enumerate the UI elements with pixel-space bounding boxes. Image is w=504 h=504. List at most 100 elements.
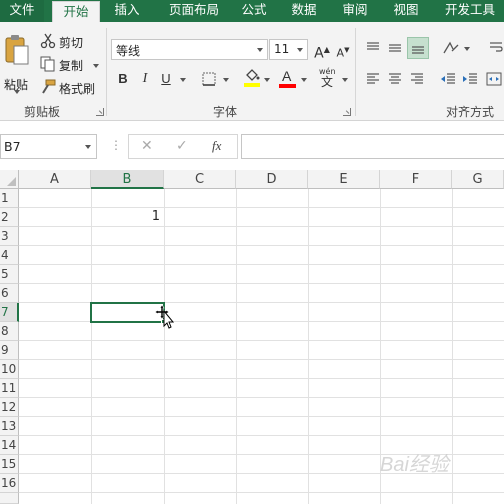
- copy-button[interactable]: 复制: [40, 55, 102, 73]
- column-header-a[interactable]: A: [19, 170, 91, 189]
- column-header-g[interactable]: G: [452, 170, 504, 189]
- font-color-letter: A: [282, 68, 292, 84]
- column-header-d[interactable]: D: [236, 170, 308, 189]
- cell-b2[interactable]: 1: [92, 209, 160, 227]
- row-header-16[interactable]: 16: [0, 474, 19, 493]
- select-all-button[interactable]: [0, 170, 19, 189]
- wrap-text-button[interactable]: [486, 38, 504, 58]
- gridline: [19, 435, 504, 436]
- column-header-e[interactable]: E: [308, 170, 380, 189]
- tab-page-layout[interactable]: 页面布局: [158, 0, 230, 22]
- formula-bar: B7 ⋮ ✕ ✓ fx: [0, 130, 504, 164]
- increase-font-size-button[interactable]: A▲: [312, 40, 332, 62]
- chevron-down-icon: [85, 145, 91, 149]
- chevron-down-icon[interactable]: [180, 78, 186, 82]
- alignment-group-label: 对齐方式: [445, 105, 494, 119]
- insert-function-icon[interactable]: fx: [212, 138, 221, 154]
- row-header-2[interactable]: 2: [0, 208, 19, 227]
- tab-review[interactable]: 审阅: [335, 0, 375, 22]
- outdent-icon: [441, 73, 455, 84]
- group-divider: [355, 28, 356, 116]
- row-header-14[interactable]: 14: [0, 436, 19, 455]
- decrease-indent-button[interactable]: [438, 69, 458, 89]
- shrink-font-label: A: [336, 46, 345, 60]
- tab-file[interactable]: 文件: [0, 0, 44, 22]
- font-name-value: 等线: [116, 44, 141, 58]
- align-middle-button[interactable]: [385, 38, 405, 58]
- fill-color-button[interactable]: [242, 66, 262, 90]
- tab-home[interactable]: 开始: [52, 1, 100, 23]
- row-header-17[interactable]: [0, 493, 19, 504]
- font-color-button[interactable]: A: [278, 66, 298, 90]
- align-center-button[interactable]: [385, 69, 405, 89]
- row-header-5[interactable]: 5: [0, 265, 19, 284]
- chevron-down-icon[interactable]: [301, 78, 307, 82]
- increase-indent-button[interactable]: [460, 69, 480, 89]
- row-header-6[interactable]: 6: [0, 284, 19, 303]
- phonetic-guide-button[interactable]: wén 文: [318, 66, 340, 92]
- row-header-11[interactable]: 11: [0, 379, 19, 398]
- enter-icon[interactable]: ✓: [176, 138, 188, 154]
- chevron-down-icon[interactable]: [223, 78, 229, 82]
- row-header-3[interactable]: 3: [0, 227, 19, 246]
- row-header-10[interactable]: 10: [0, 360, 19, 379]
- font-size-combobox[interactable]: 11: [269, 39, 308, 60]
- scissors-icon: [40, 33, 56, 49]
- fill-color-swatch: [244, 83, 260, 87]
- column-header-b[interactable]: B: [91, 170, 164, 189]
- gridline: [91, 189, 92, 504]
- orientation-button[interactable]: [440, 38, 462, 58]
- align-right-button[interactable]: [407, 69, 427, 89]
- font-launcher-icon[interactable]: [343, 108, 351, 116]
- chevron-down-icon[interactable]: [264, 78, 270, 82]
- align-top-button[interactable]: [363, 38, 383, 58]
- align-right-icon: [411, 73, 423, 84]
- format-painter-button[interactable]: 格式刷: [40, 78, 100, 96]
- row-header-15[interactable]: 15: [0, 455, 19, 474]
- gridline: [19, 245, 504, 246]
- align-bottom-button[interactable]: [407, 37, 429, 59]
- align-top-icon: [367, 42, 379, 50]
- font-name-combobox[interactable]: 等线: [111, 39, 268, 60]
- clipboard-launcher-icon[interactable]: [96, 108, 104, 116]
- chevron-down-icon[interactable]: [342, 78, 348, 82]
- border-icon: [202, 72, 216, 86]
- align-bottom-icon: [412, 46, 424, 54]
- column-header-f[interactable]: F: [380, 170, 452, 189]
- gridline: [19, 359, 504, 360]
- name-box[interactable]: B7: [0, 134, 97, 159]
- tab-view[interactable]: 视图: [386, 0, 426, 22]
- cut-button[interactable]: 剪切: [40, 32, 100, 50]
- formula-bar-grip-icon[interactable]: ⋮: [110, 138, 122, 152]
- row-header-13[interactable]: 13: [0, 417, 19, 436]
- decrease-font-size-button[interactable]: A▼: [333, 40, 353, 60]
- tab-formulas[interactable]: 公式: [234, 0, 274, 22]
- row-header-9[interactable]: 9: [0, 341, 19, 360]
- align-left-button[interactable]: [363, 69, 383, 89]
- merge-cells-icon: [486, 72, 502, 86]
- borders-button[interactable]: [199, 69, 219, 89]
- bold-button[interactable]: B: [113, 69, 133, 89]
- row-header-8[interactable]: 8: [0, 322, 19, 341]
- move-cursor-icon: [155, 304, 175, 329]
- underline-button[interactable]: U: [156, 69, 176, 89]
- column-header-c[interactable]: C: [164, 170, 236, 189]
- cell-b7-selection[interactable]: [90, 302, 165, 323]
- cancel-icon[interactable]: ✕: [141, 138, 153, 154]
- row-header-4[interactable]: 4: [0, 246, 19, 265]
- chevron-down-icon: [257, 48, 263, 52]
- formula-input[interactable]: [241, 134, 504, 159]
- italic-button[interactable]: I: [135, 69, 155, 89]
- row-header-7[interactable]: 7: [0, 303, 19, 322]
- row-header-1[interactable]: 1: [0, 189, 19, 208]
- font-size-value: 11: [274, 42, 290, 56]
- paste-button[interactable]: 粘贴: [3, 32, 33, 94]
- gridline: [452, 189, 453, 504]
- tab-developer[interactable]: 开发工具: [436, 0, 504, 22]
- row-header-12[interactable]: 12: [0, 398, 19, 417]
- tab-insert[interactable]: 插入: [104, 0, 150, 22]
- merge-center-button[interactable]: [484, 69, 504, 89]
- tab-data[interactable]: 数据: [284, 0, 324, 22]
- chevron-down-icon[interactable]: [464, 47, 470, 51]
- format-painter-label: 格式刷: [59, 82, 96, 96]
